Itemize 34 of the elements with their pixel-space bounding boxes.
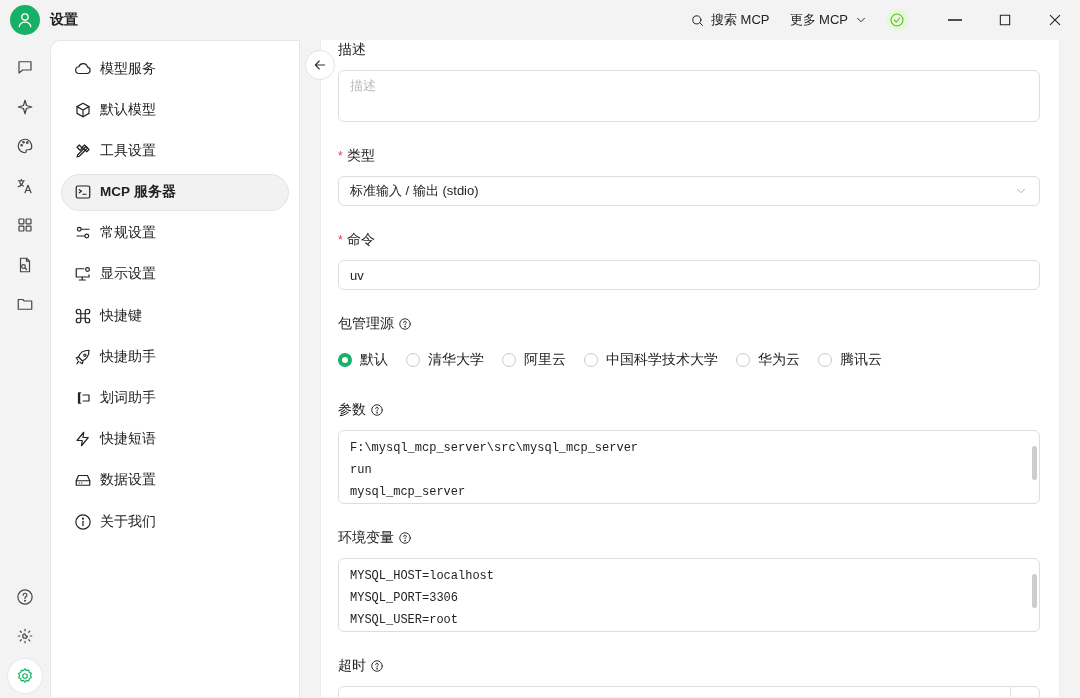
sidebar-item[interactable]: 关于我们: [61, 503, 289, 541]
radio-option[interactable]: 腾讯云: [818, 351, 882, 369]
required-asterisk: *: [338, 233, 343, 247]
radio-option[interactable]: 默认: [338, 351, 388, 369]
sidebar-item[interactable]: 快捷助手: [61, 338, 289, 376]
sidebar-item[interactable]: 常规设置: [61, 214, 289, 252]
sidebar-item[interactable]: 划词助手: [61, 379, 289, 417]
radio-option[interactable]: 清华大学: [406, 351, 484, 369]
sidebar-item[interactable]: 模型服务: [61, 50, 289, 87]
radio-option[interactable]: 阿里云: [502, 351, 566, 369]
sidebar-item[interactable]: MCP 服务器: [61, 173, 289, 211]
field-label: 命令: [346, 231, 375, 249]
more-mcp-dropdown[interactable]: 更多 MCP: [783, 7, 874, 33]
sidebar-item[interactable]: 数据设置: [61, 461, 289, 499]
field-label: 描述: [338, 41, 366, 59]
field-label: 环境变量: [338, 529, 394, 547]
field-label: 超时: [338, 657, 366, 675]
sidebar-item[interactable]: 快捷键: [61, 297, 289, 335]
code-field[interactable]: MYSQL_HOST=localhost MYSQL_PORT=3306 MYSQL_USER=root: [338, 558, 1040, 632]
type-select[interactable]: 标准输入 / 输出 (stdio): [338, 176, 1040, 206]
search-mcp-button[interactable]: 搜索 MCP: [684, 7, 776, 33]
window-title: 设置: [50, 11, 78, 29]
sidebar-item[interactable]: 显示设置: [61, 255, 289, 293]
field-label: 类型: [346, 147, 375, 165]
field-label: 包管理源: [338, 315, 394, 333]
radio-option[interactable]: 华为云: [736, 351, 800, 369]
code-field[interactable]: F:\mysql_mcp_server\src\mysql_mcp_server run mysql_mcp_server: [338, 430, 1040, 504]
command-field[interactable]: uv: [338, 260, 1040, 290]
sidebar-item[interactable]: 快捷短语: [61, 420, 289, 458]
sidebar-item[interactable]: 默认模型: [61, 91, 289, 129]
radio-option[interactable]: 中国科学技术大学: [584, 351, 718, 369]
field-label: 参数: [338, 401, 366, 419]
sidebar-item[interactable]: 工具设置: [61, 132, 289, 170]
required-asterisk: *: [338, 149, 343, 163]
